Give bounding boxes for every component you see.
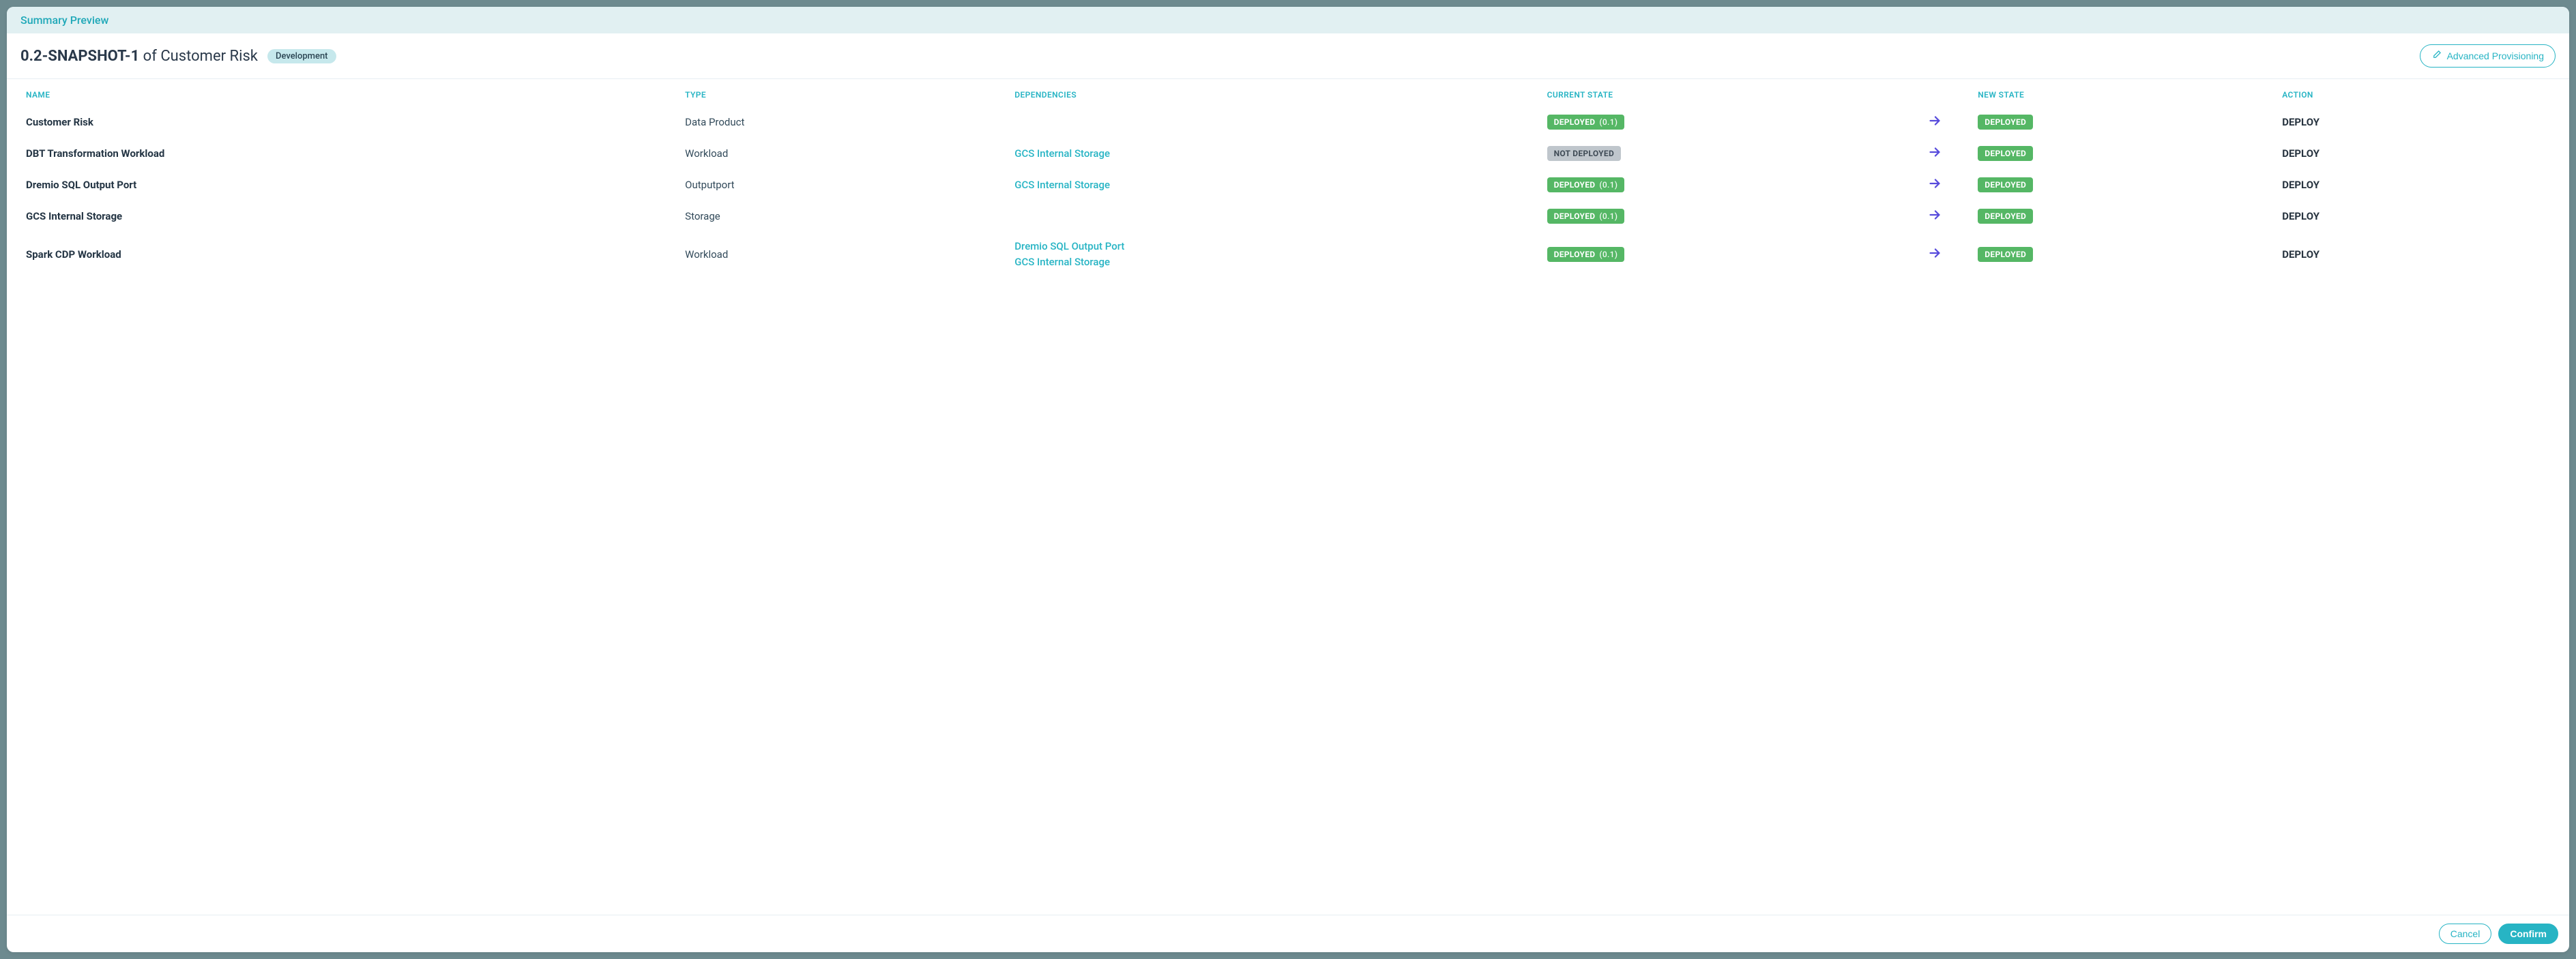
- table-row: DBT Transformation WorkloadWorkload GCS I…: [20, 138, 2556, 169]
- row-dependencies: GCS Internal Storage: [1009, 169, 1541, 201]
- row-action: DEPLOY: [2277, 201, 2556, 232]
- arrow-right-icon: [1897, 138, 1972, 169]
- row-name: Customer Risk: [20, 106, 679, 138]
- row-type: Outputport: [679, 169, 1009, 201]
- summary-preview-header: Summary Preview: [7, 7, 2569, 33]
- row-name: Dremio SQL Output Port: [20, 169, 679, 201]
- row-new-state: DEPLOYED: [1972, 169, 2277, 201]
- page-title: 0.2-SNAPSHOT-1 of Customer Risk: [20, 48, 258, 65]
- row-dependencies: [1009, 106, 1541, 138]
- row-action: DEPLOY: [2277, 106, 2556, 138]
- state-badge: DEPLOYED (0.1): [1547, 115, 1625, 130]
- row-action: DEPLOY: [2277, 232, 2556, 276]
- arrow-right-icon: [1897, 201, 1972, 232]
- row-type: Workload: [679, 232, 1009, 276]
- state-badge: DEPLOYED (0.1): [1547, 209, 1625, 224]
- environment-badge: Development: [267, 49, 336, 63]
- row-action: DEPLOY: [2277, 138, 2556, 169]
- row-type: Workload: [679, 138, 1009, 169]
- confirm-button[interactable]: Confirm: [2498, 924, 2558, 944]
- row-dependencies: GCS Internal Storage: [1009, 138, 1541, 169]
- row-name: GCS Internal Storage: [20, 201, 679, 232]
- row-new-state: DEPLOYED: [1972, 201, 2277, 232]
- row-type: Data Product: [679, 106, 1009, 138]
- col-dependencies: DEPENDENCIES: [1009, 79, 1541, 106]
- title-of: of: [143, 48, 157, 65]
- arrow-right-icon: [1897, 106, 1972, 138]
- row-name: DBT Transformation Workload: [20, 138, 679, 169]
- state-badge: DEPLOYED: [1978, 115, 2033, 130]
- dependency-link[interactable]: GCS Internal Storage: [1014, 146, 1536, 162]
- state-badge: DEPLOYED: [1978, 209, 2033, 224]
- title-product: Customer Risk: [160, 48, 258, 65]
- advanced-provisioning-label: Advanced Provisioning: [2447, 50, 2544, 61]
- table-row: Spark CDP WorkloadWorkloadDremio SQL Out…: [20, 232, 2556, 276]
- state-badge: DEPLOYED: [1978, 146, 2033, 161]
- state-badge: NOT DEPLOYED: [1547, 146, 1621, 161]
- row-current-state: DEPLOYED (0.1): [1542, 201, 1897, 232]
- dependency-link[interactable]: Dremio SQL Output Port: [1014, 239, 1536, 254]
- col-name: NAME: [20, 79, 679, 106]
- row-type: Storage: [679, 201, 1009, 232]
- row-current-state: DEPLOYED (0.1): [1542, 106, 1897, 138]
- row-name: Spark CDP Workload: [20, 232, 679, 276]
- title-version: 0.2-SNAPSHOT-1: [20, 48, 139, 65]
- table-row: Customer RiskData Product DEPLOYED (0.1) D…: [20, 106, 2556, 138]
- row-dependencies: [1009, 201, 1541, 232]
- col-new: NEW STATE: [1972, 79, 2277, 106]
- advanced-provisioning-button[interactable]: Advanced Provisioning: [2420, 44, 2556, 68]
- provisioning-table: NAME TYPE DEPENDENCIES CURRENT STATE NEW…: [20, 79, 2556, 276]
- row-action: DEPLOY: [2277, 169, 2556, 201]
- footer-actions: Cancel Confirm: [7, 915, 2569, 952]
- row-current-state: NOT DEPLOYED: [1542, 138, 1897, 169]
- title-row: 0.2-SNAPSHOT-1 of Customer Risk Developm…: [7, 33, 2569, 79]
- col-type: TYPE: [679, 79, 1009, 106]
- table-row: Dremio SQL Output PortOutputport GCS Inte…: [20, 169, 2556, 201]
- row-current-state: DEPLOYED (0.1): [1542, 232, 1897, 276]
- arrow-right-icon: [1897, 232, 1972, 276]
- pencil-icon: [2431, 50, 2442, 62]
- state-badge: DEPLOYED: [1978, 247, 2033, 262]
- arrow-right-icon: [1897, 169, 1972, 201]
- row-new-state: DEPLOYED: [1972, 138, 2277, 169]
- row-dependencies: Dremio SQL Output PortGCS Internal Stora…: [1009, 232, 1541, 276]
- summary-preview-panel: Summary Preview 0.2-SNAPSHOT-1 of Custom…: [7, 7, 2569, 952]
- col-action: ACTION: [2277, 79, 2556, 106]
- col-current: CURRENT STATE: [1542, 79, 1897, 106]
- dependency-link[interactable]: GCS Internal Storage: [1014, 177, 1536, 193]
- dependency-link[interactable]: GCS Internal Storage: [1014, 254, 1536, 270]
- state-badge: DEPLOYED (0.1): [1547, 177, 1625, 192]
- row-new-state: DEPLOYED: [1972, 106, 2277, 138]
- row-new-state: DEPLOYED: [1972, 232, 2277, 276]
- row-current-state: DEPLOYED (0.1): [1542, 169, 1897, 201]
- state-badge: DEPLOYED (0.1): [1547, 247, 1625, 262]
- cancel-button[interactable]: Cancel: [2439, 924, 2492, 944]
- table-row: GCS Internal StorageStorage DEPLOYED (0.1…: [20, 201, 2556, 232]
- state-badge: DEPLOYED: [1978, 177, 2033, 192]
